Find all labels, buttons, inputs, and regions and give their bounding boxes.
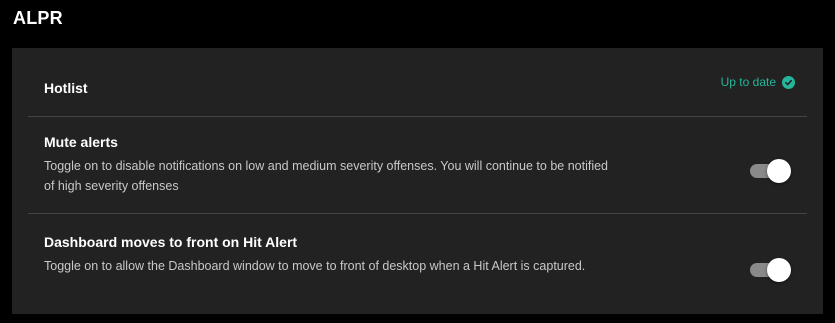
mute-alerts-description: Toggle on to disable notifications on lo… — [44, 159, 609, 193]
section-title: ALPR — [13, 8, 63, 28]
hotlist-row: Hotlist Up to date — [28, 48, 807, 116]
check-circle-icon — [782, 75, 795, 89]
hotlist-title: Hotlist — [44, 80, 88, 96]
hotlist-status-text: Up to date — [720, 75, 776, 89]
hotlist-status: Up to date — [721, 75, 795, 89]
dashboard-front-description: Toggle on to allow the Dashboard window … — [44, 259, 586, 273]
alpr-settings-panel: Hotlist Up to date Mute alerts Toggle on… — [12, 48, 823, 314]
dashboard-front-row: Dashboard moves to front on Hit Alert To… — [28, 214, 807, 314]
toggle-thumb — [767, 258, 791, 282]
toggle-thumb — [767, 159, 791, 183]
dashboard-front-title: Dashboard moves to front on Hit Alert — [44, 234, 298, 250]
mute-alerts-toggle[interactable] — [747, 159, 791, 183]
dashboard-front-toggle[interactable] — [747, 258, 791, 282]
mute-alerts-title: Mute alerts — [44, 134, 118, 150]
mute-alerts-row: Mute alerts Toggle on to disable notific… — [28, 117, 807, 213]
